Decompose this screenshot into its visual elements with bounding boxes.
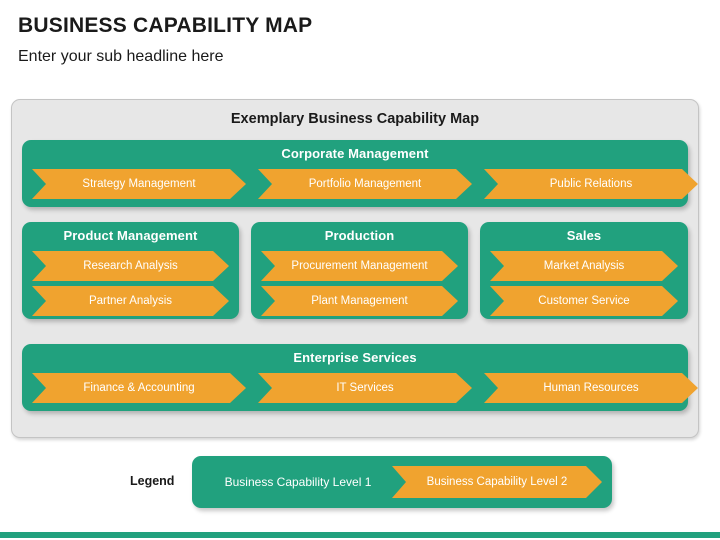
capability-customer-service[interactable]: Customer Service [490,286,678,316]
capability-label: Human Resources [543,381,639,394]
capability-plant-management[interactable]: Plant Management [261,286,458,316]
legend-label: Legend [130,474,175,488]
capability-market-analysis[interactable]: Market Analysis [490,251,678,281]
capability-label: Strategy Management [82,177,196,190]
group-product-management-title: Product Management [63,228,198,243]
capability-portfolio-management[interactable]: Portfolio Management [258,169,472,199]
page-title: BUSINESS CAPABILITY MAP [18,14,313,37]
capability-label: Finance & Accounting [83,381,195,394]
capability-label: Public Relations [549,177,633,190]
capability-label: IT Services [336,381,394,394]
capability-label: Procurement Management [291,259,428,272]
legend-level-1: Business Capability Level 1 [224,475,372,489]
capability-label: Portfolio Management [308,177,422,190]
capability-finance-accounting[interactable]: Finance & Accounting [32,373,246,403]
capability-human-resources[interactable]: Human Resources [484,373,698,403]
capability-label: Plant Management [311,294,408,307]
capability-label: Research Analysis [83,259,178,272]
legend-box: Business Capability Level 1 Business Cap… [192,456,612,508]
group-product-management[interactable]: Product Management Research Analysis Par… [22,222,239,319]
capability-label: Partner Analysis [88,294,173,307]
capability-it-services[interactable]: IT Services [258,373,472,403]
group-production-title: Production [324,228,395,243]
legend-level-2: Business Capability Level 2 [392,466,602,498]
group-production[interactable]: Production Procurement Management Plant … [251,222,468,319]
capability-label: Market Analysis [543,259,625,272]
capability-public-relations[interactable]: Public Relations [484,169,698,199]
group-corporate-management[interactable]: Corporate Management Strategy Management… [22,140,688,207]
group-sales-title: Sales [566,228,602,243]
capability-map-panel: Exemplary Business Capability Map Corpor… [11,99,699,438]
legend-level-2-label: Business Capability Level 2 [426,475,568,488]
capability-label: Customer Service [538,294,630,307]
group-enterprise-services[interactable]: Enterprise Services Finance & Accounting… [22,344,688,411]
legend: Legend Business Capability Level 1 Busin… [0,452,720,514]
group-enterprise-services-title: Enterprise Services [293,350,417,365]
capability-strategy-management[interactable]: Strategy Management [32,169,246,199]
capability-map-heading: Exemplary Business Capability Map [230,111,480,127]
capability-procurement-management[interactable]: Procurement Management [261,251,458,281]
capability-research-analysis[interactable]: Research Analysis [32,251,229,281]
page-subtitle: Enter your sub headline here [18,48,224,65]
bottom-accent-bar [0,532,720,538]
group-sales[interactable]: Sales Market Analysis Customer Service [480,222,688,319]
group-corporate-management-title: Corporate Management [281,146,429,161]
capability-partner-analysis[interactable]: Partner Analysis [32,286,229,316]
